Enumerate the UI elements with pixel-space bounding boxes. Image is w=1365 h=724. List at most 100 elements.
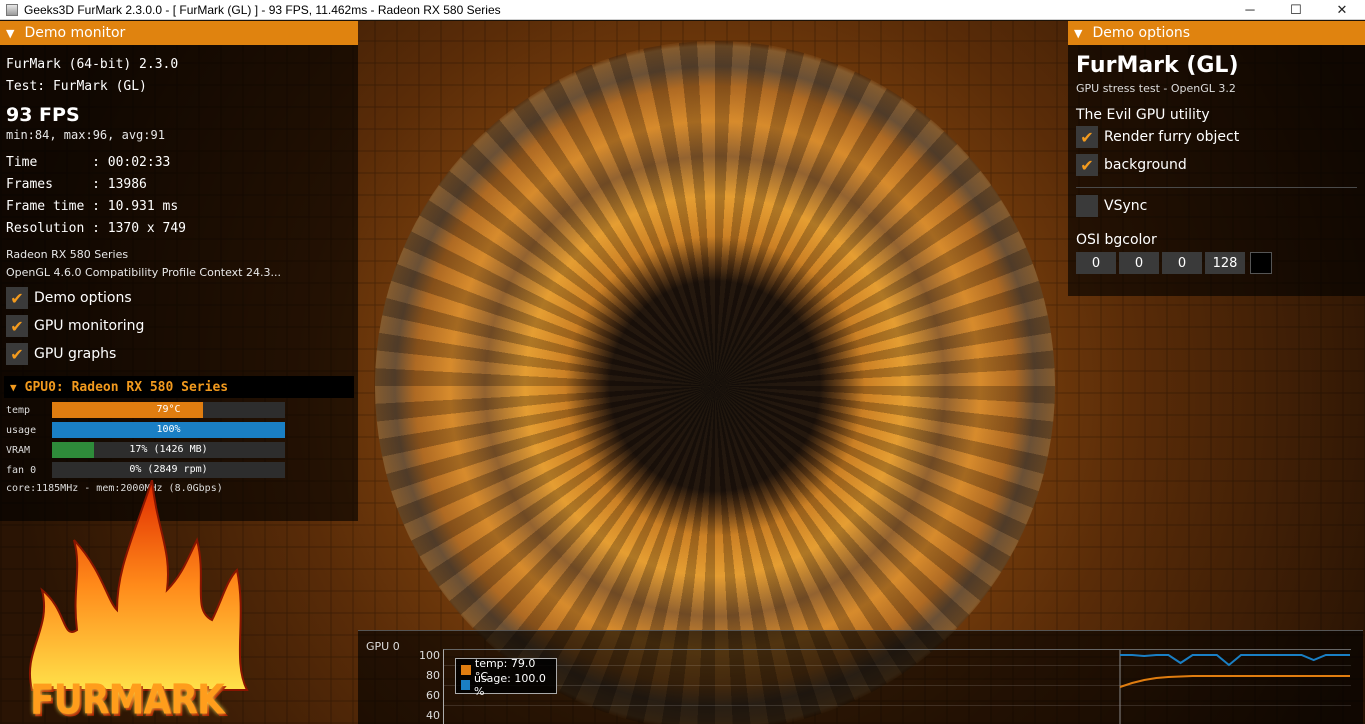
demo-monitor-header[interactable]: ▼ Demo monitor — [0, 21, 358, 45]
close-button[interactable]: ✕ — [1319, 0, 1365, 20]
stat-label: Resolution — [6, 221, 93, 236]
monitor-value: 0% (2849 rpm) — [129, 464, 208, 475]
monitor-label: VRAM — [6, 444, 31, 456]
monitor-value: 79°C — [156, 404, 181, 415]
minimize-icon: ─ — [1245, 2, 1255, 17]
monitor-row-fan0: fan 0 0% (2849 rpm) — [0, 460, 358, 480]
gpu-monitoring-checkbox[interactable]: ✔ — [6, 315, 28, 337]
app-version: FurMark (64-bit) 2.3.0 — [6, 57, 179, 72]
osi-value-input[interactable]: 0 — [1076, 252, 1116, 274]
series-line-temp — [1119, 675, 1350, 688]
test-name: Test: FurMark (GL) — [6, 79, 147, 94]
gpu-monitoring-row[interactable]: ✔ GPU monitoring — [6, 312, 352, 340]
utility-label: The Evil GPU utility — [1076, 107, 1210, 123]
demo-options-panel: ▼ Demo options FurMark (GL) GPU stress t… — [1068, 21, 1365, 296]
monitor-checkboxes: ✔ Demo options ✔ GPU monitoring ✔ GPU graphs — [0, 282, 358, 370]
osi-value-input[interactable]: 128 — [1205, 252, 1245, 274]
demo-options-row[interactable]: ✔ Demo options — [6, 284, 352, 312]
gpu0-header[interactable]: ▼ GPU0: Radeon RX 580 Series — [4, 376, 354, 398]
monitor-value: 100% — [156, 424, 181, 435]
collapse-triangle-icon: ▼ — [1074, 26, 1083, 40]
stat-row: Frame time : 10.931 ms — [6, 196, 352, 218]
monitor-bar: 79°C — [52, 402, 285, 418]
stat-row: Resolution : 1370 x 749 — [6, 218, 352, 240]
checkmark-icon: ✔ — [1080, 127, 1094, 147]
osi-value-input[interactable]: 0 — [1162, 252, 1202, 274]
fps-minmax: min:84, max:96, avg:91 — [6, 128, 165, 142]
graph-plot-area — [443, 649, 1351, 724]
gpu0-title: GPU0: Radeon RX 580 Series — [24, 379, 229, 395]
render-furry-object-checkbox[interactable]: ✔ — [1076, 126, 1098, 148]
monitor-label: temp — [6, 404, 31, 416]
graph-legend: temp: 79.0 °C usage: 100.0 % — [455, 657, 557, 698]
monitor-value: 17% (1426 MB) — [129, 444, 208, 455]
osi-bgcolor-label: OSI bgcolor — [1076, 232, 1157, 248]
collapse-triangle-icon: ▼ — [10, 380, 17, 394]
background-label: background — [1104, 157, 1187, 173]
test-subtitle: GPU stress test - OpenGL 3.2 — [1076, 82, 1236, 95]
demo-options-title: Demo options — [1092, 25, 1191, 41]
gpu-graphs-row[interactable]: ✔ GPU graphs — [6, 340, 352, 368]
monitor-label: usage — [6, 424, 37, 436]
legend-label: usage: 100.0 % — [473, 671, 546, 698]
osi-value-input[interactable]: 0 — [1119, 252, 1159, 274]
stat-value: : 00:02:33 — [92, 155, 171, 170]
monitor-bar: 100% — [52, 422, 285, 438]
monitor-label: fan 0 — [6, 464, 37, 476]
graph-title: GPU 0 — [366, 640, 400, 653]
osi-color-swatch[interactable] — [1250, 252, 1272, 274]
monitor-bar: 0% (2849 rpm) — [52, 462, 285, 478]
maximize-icon: ☐ — [1290, 1, 1302, 17]
divider — [1076, 187, 1357, 188]
legend-swatch — [461, 664, 471, 675]
graph-lines — [1119, 650, 1350, 724]
furry-donut-object — [375, 41, 1055, 724]
y-tick-label: 40 — [426, 709, 440, 722]
series-line-usage — [1120, 654, 1350, 667]
gpu-name: Radeon RX 580 Series — [6, 248, 129, 261]
checkmark-icon: ✔ — [10, 344, 24, 364]
stat-label: Frames — [6, 177, 93, 192]
stat-label: Frame time — [6, 199, 93, 214]
demo-options-header[interactable]: ▼ Demo options — [1068, 21, 1365, 45]
gpu-graphs-checkbox[interactable]: ✔ — [6, 343, 28, 365]
checkmark-icon: ✔ — [10, 288, 24, 308]
stat-value: : 10.931 ms — [92, 199, 179, 214]
maximize-button[interactable]: ☐ — [1273, 0, 1319, 20]
demo-options-label: Demo options — [34, 290, 132, 306]
y-tick-label: 60 — [426, 689, 440, 702]
render-furry-object-label: Render furry object — [1104, 129, 1240, 145]
gpu-graphs-label: GPU graphs — [34, 346, 117, 362]
option-checkboxes: ✔ Render furry object ✔ background — [1076, 123, 1357, 179]
render-furry-object-row[interactable]: ✔ Render furry object — [1076, 123, 1357, 151]
checkmark-icon: ✔ — [10, 316, 24, 336]
monitor-row-temp: temp 79°C — [0, 400, 358, 420]
furmark-logo-text: FURMARK — [30, 676, 225, 724]
legend-entry: usage: 100.0 % — [461, 672, 551, 698]
minimize-button[interactable]: ─ — [1227, 0, 1273, 20]
checkmark-icon: ✔ — [1080, 155, 1094, 175]
gl-context: OpenGL 4.6.0 Compatibility Profile Conte… — [6, 266, 281, 279]
background-row[interactable]: ✔ background — [1076, 151, 1357, 179]
monitor-bar: 17% (1426 MB) — [52, 442, 285, 458]
demo-monitor-title: Demo monitor — [24, 25, 126, 41]
stat-value: : 13986 — [92, 177, 147, 192]
y-tick-label: 80 — [426, 669, 440, 682]
gpu-monitor-rows: temp 79°C usage 100% VRAM 17% (1426 MB) fan 0 0… — [0, 400, 358, 480]
app-icon — [6, 3, 18, 16]
stats-list: Time : 00:02:33 Frames : 13986 Frame time … — [6, 152, 352, 240]
vsync-label: VSync — [1104, 198, 1148, 214]
vsync-checkbox[interactable] — [1076, 195, 1098, 217]
y-tick-label: 100 — [419, 649, 440, 662]
gpu-monitoring-label: GPU monitoring — [34, 318, 145, 334]
stat-value: : 1370 x 749 — [92, 221, 187, 236]
stat-label: Time — [6, 155, 93, 170]
vsync-checkbox-row[interactable]: VSync — [1076, 192, 1357, 220]
demo-options-checkbox[interactable]: ✔ — [6, 287, 28, 309]
osi-bgcolor-inputs: 0 0 0 128 — [1076, 252, 1357, 274]
monitor-row-VRAM: VRAM 17% (1426 MB) — [0, 440, 358, 460]
background-checkbox[interactable]: ✔ — [1076, 154, 1098, 176]
legend-swatch — [461, 679, 470, 690]
stat-row: Frames : 13986 — [6, 174, 352, 196]
monitor-row-usage: usage 100% — [0, 420, 358, 440]
